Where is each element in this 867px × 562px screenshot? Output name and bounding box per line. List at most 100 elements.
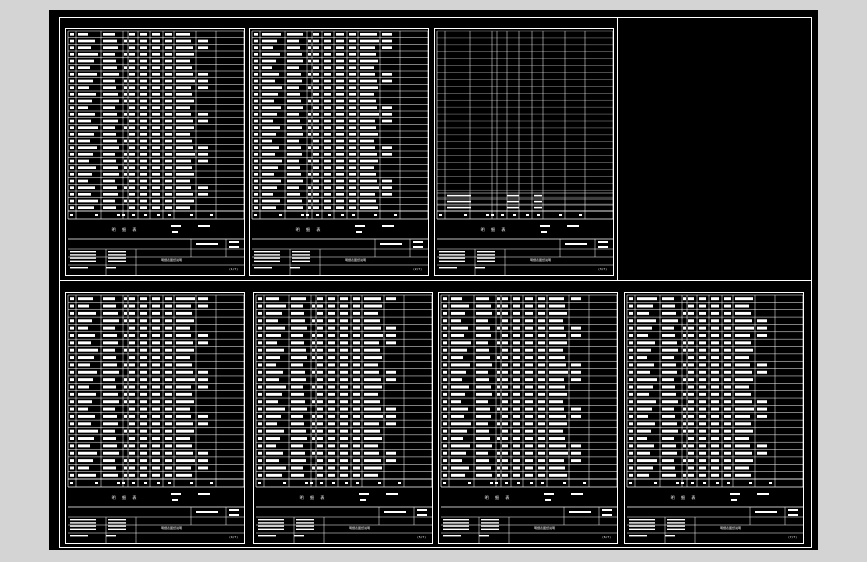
text-run-mat bbox=[313, 46, 319, 49]
text-run-title-block bbox=[296, 522, 314, 524]
text-run-code bbox=[266, 356, 280, 360]
text-run-remark bbox=[382, 146, 392, 149]
text-run-code bbox=[78, 146, 97, 149]
text-run-title-block bbox=[667, 522, 685, 524]
text-run-title-block bbox=[70, 519, 96, 521]
text-run-title-block bbox=[70, 260, 96, 262]
text-run-mat bbox=[313, 66, 319, 69]
text-run-weight bbox=[336, 66, 344, 69]
text-run-weight bbox=[711, 378, 719, 382]
text-run-title-block bbox=[565, 243, 587, 245]
text-run-remark bbox=[386, 326, 396, 330]
text-run-name bbox=[103, 348, 115, 352]
text-run-weight bbox=[324, 86, 331, 89]
text-run-mat bbox=[317, 385, 323, 389]
text-run-name bbox=[287, 159, 299, 163]
text-run-weight bbox=[513, 363, 520, 367]
text-run-index bbox=[258, 414, 262, 418]
text-run-title-block bbox=[292, 257, 310, 259]
text-run-spec bbox=[724, 385, 731, 389]
text-run-title-block bbox=[629, 535, 647, 537]
text-run-index bbox=[70, 459, 74, 463]
text-run-qty bbox=[683, 414, 686, 418]
text-run-title-block bbox=[443, 519, 469, 521]
header-text-run bbox=[157, 482, 160, 484]
text-run-remark bbox=[176, 199, 194, 203]
text-run-remark bbox=[176, 414, 191, 418]
parts-list-sheet-2[interactable]: 明 细 表明细表图纸说明 (2/7) bbox=[249, 28, 429, 276]
text-run-weight bbox=[699, 437, 706, 440]
text-run-qty bbox=[497, 466, 500, 470]
text-run-remark bbox=[549, 437, 565, 440]
text-run-weight bbox=[513, 422, 520, 426]
text-run-remark bbox=[198, 297, 208, 301]
text-run-code bbox=[451, 422, 471, 426]
text-run-weight bbox=[507, 200, 519, 203]
text-run-mat bbox=[688, 378, 694, 382]
text-run-mat bbox=[129, 66, 135, 69]
text-run-weight bbox=[140, 79, 147, 83]
text-run-weight bbox=[140, 444, 147, 448]
text-run-weight bbox=[140, 334, 147, 337]
parts-list-sheet-1[interactable]: 明 细 表明细表图纸说明 (1/7) bbox=[65, 28, 245, 276]
parts-list-sheet-3[interactable]: 明 细 表明细表图纸说明 (3/7) bbox=[434, 28, 614, 276]
text-run-name bbox=[103, 459, 115, 463]
text-run-code bbox=[451, 407, 468, 411]
parts-list-sheet-6[interactable]: 明 细 表明细表图纸说明 (6/7) bbox=[438, 292, 618, 544]
text-run-name bbox=[103, 159, 116, 163]
text-run-weight bbox=[152, 166, 160, 169]
text-run-remark bbox=[198, 46, 208, 49]
text-run-spec bbox=[538, 326, 545, 330]
header-text-run bbox=[505, 482, 508, 484]
text-run-weight bbox=[324, 99, 331, 103]
text-run-spec bbox=[165, 459, 172, 463]
text-run-index bbox=[70, 400, 74, 404]
text-run-spec bbox=[724, 348, 731, 352]
text-run-mat bbox=[688, 400, 694, 404]
text-run-qty bbox=[308, 146, 311, 149]
text-run-code bbox=[78, 186, 95, 189]
parts-list-sheet-4[interactable]: 明 细 表明细表图纸说明 (4/7) bbox=[65, 292, 245, 544]
text-run-name bbox=[103, 341, 118, 345]
text-run-mat bbox=[688, 385, 694, 389]
text-run-mat bbox=[502, 385, 508, 389]
header-text-run bbox=[210, 482, 213, 484]
text-run-remark bbox=[549, 451, 568, 455]
text-run-mat bbox=[313, 199, 319, 203]
text-run-qty bbox=[124, 39, 127, 43]
text-run-weight bbox=[140, 39, 147, 43]
text-run-title-block bbox=[70, 267, 88, 269]
text-run-remark bbox=[176, 437, 190, 440]
text-run-weight bbox=[324, 33, 331, 36]
text-run-index bbox=[70, 334, 74, 337]
header-text-run bbox=[345, 482, 348, 484]
text-run-code bbox=[78, 378, 93, 382]
text-run-weight bbox=[336, 186, 344, 189]
text-run-name bbox=[103, 39, 117, 43]
text-run-weight bbox=[525, 356, 533, 360]
text-run-code bbox=[262, 119, 273, 123]
text-run-weight bbox=[513, 385, 520, 389]
text-run-code bbox=[262, 146, 279, 149]
text-run-weight bbox=[513, 334, 520, 337]
text-run-index bbox=[70, 363, 74, 367]
text-run-weight bbox=[525, 407, 533, 411]
text-run-mat bbox=[502, 326, 508, 330]
text-run-spec bbox=[349, 206, 356, 209]
text-run-spec bbox=[538, 334, 545, 337]
text-run-remark bbox=[382, 193, 392, 196]
text-run-spec bbox=[349, 93, 356, 96]
text-run-code bbox=[266, 437, 280, 440]
parts-list-sheet-7[interactable]: 明 细 表明细表图纸说明 (7/7) bbox=[624, 292, 804, 544]
text-run-mat bbox=[317, 392, 323, 396]
text-run-weight bbox=[152, 153, 160, 156]
text-run-mat bbox=[688, 459, 694, 463]
text-run-index bbox=[70, 33, 74, 36]
text-run-weight bbox=[711, 297, 719, 301]
parts-list-sheet-5[interactable]: 明 细 表明细表图纸说明 (5/7) bbox=[253, 292, 433, 544]
text-run-remark bbox=[571, 459, 581, 463]
text-run-mat bbox=[313, 53, 319, 56]
text-run-qty bbox=[124, 466, 127, 470]
text-run-weight bbox=[336, 199, 344, 203]
text-run-title-block bbox=[171, 225, 181, 227]
